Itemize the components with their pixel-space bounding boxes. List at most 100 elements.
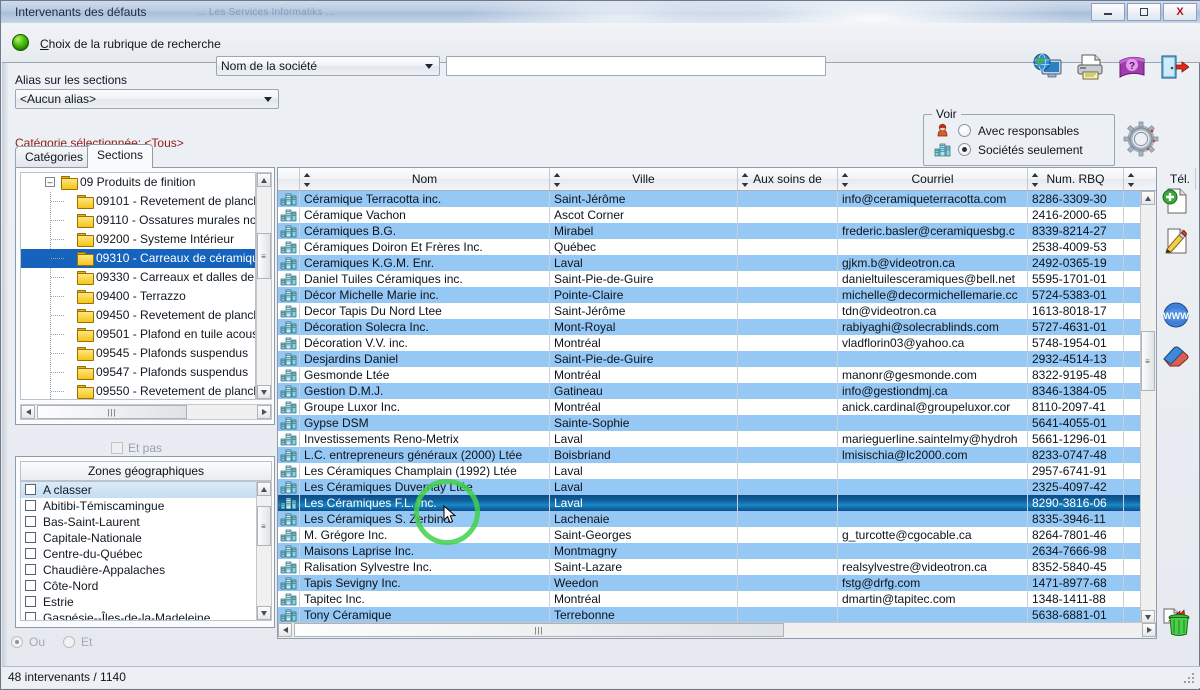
table-row[interactable]: Décoration Solecra Inc.Mont-Royalrabiyag… [278,319,1140,335]
tree-expander-icon[interactable]: – [45,177,55,187]
radio-avec-responsables[interactable] [958,124,971,137]
zones-scroll-up-button[interactable] [257,482,271,496]
sort-arrows-icon[interactable] [841,172,849,186]
help-book-icon[interactable]: ? [1114,51,1150,83]
table-row[interactable]: Ceramiques K.G.M. Enr.Lavalgjkm.b@videot… [278,255,1140,271]
tree-hscroll-thumb[interactable]: ||| [37,405,187,419]
tree-node[interactable]: 09330 - Carreaux et dalles de g [21,268,255,287]
grid-column-header-nom[interactable]: Nom [300,168,550,190]
radio-et[interactable] [63,636,75,648]
table-row[interactable]: Decor Tapis Du Nord LteeSaint-Jérômetdn@… [278,303,1140,319]
table-row[interactable]: Décoration V.V. inc.Montréalvladflorin03… [278,335,1140,351]
sort-arrows-icon[interactable] [1031,172,1039,186]
voir-option-avec-responsables[interactable]: Avec responsables [934,123,1079,138]
grid-scroll-thumb[interactable]: ≡ [1141,331,1155,391]
table-row[interactable]: Céramiques B.G.Mirabelfrederic.basler@ce… [278,223,1140,239]
tree-node[interactable]: 09450 - Revetement de planche [21,306,255,325]
zone-list-item[interactable]: Chaudière-Appalaches [21,562,271,578]
eraser-icon[interactable] [1155,335,1197,375]
tree-scroll-thumb[interactable]: ≡ [257,233,271,279]
sort-arrows-icon[interactable] [553,172,561,186]
radio-ou[interactable] [11,636,23,648]
table-row[interactable]: Les Céramiques F.L. Inc.Laval8290-3816-0… [278,495,1140,511]
grid-column-header-soins[interactable]: Aux soins de [738,168,838,190]
maximize-button[interactable] [1127,3,1161,21]
zone-checkbox[interactable] [25,580,36,591]
alias-select[interactable]: <Aucun alias> [15,89,279,109]
search-field-select[interactable]: Nom de la société [216,56,440,76]
grid-column-header-rbq[interactable]: Num. RBQ [1028,168,1124,190]
search-input[interactable] [446,56,826,76]
zone-list-item[interactable]: Capitale-Nationale [21,530,271,546]
zone-checkbox[interactable] [25,532,36,543]
tree-horizontal-scrollbar[interactable]: ||| [20,404,272,420]
tree-vertical-scrollbar[interactable]: ≡ [256,172,272,400]
grid-column-header-icon[interactable] [278,168,300,190]
zone-checkbox[interactable] [25,548,36,559]
table-row[interactable]: Céramique VachonAscot Corner2416-2000-65 [278,207,1140,223]
zone-checkbox[interactable] [25,564,36,575]
tree-node[interactable]: 09547 - Plafonds suspendus [21,363,255,382]
zone-checkbox[interactable] [25,596,36,607]
printer-icon[interactable] [1072,51,1108,83]
tab-sections[interactable]: Sections [87,144,153,168]
zone-list-item[interactable]: Abitibi-Témiscamingue [21,498,271,514]
table-row[interactable]: Les Céramiques Duvernay LtéeLaval2325-40… [278,479,1140,495]
table-row[interactable]: Ralisation Sylvestre Inc.Saint-Lazarerea… [278,559,1140,575]
close-button[interactable]: X [1163,3,1197,21]
zone-list-item[interactable]: Côte-Nord [21,578,271,594]
tree-scroll-right-button[interactable] [257,405,271,419]
zones-list[interactable]: A classerAbitibi-TémiscamingueBas-Saint-… [20,481,272,621]
tree-node[interactable]: 09200 - Systeme Intérieur [21,230,255,249]
zone-list-item[interactable]: Bas-Saint-Laurent [21,514,271,530]
table-row[interactable]: Gypse DSMSainte-Sophie5641-4055-01 [278,415,1140,431]
grid-vertical-scrollbar[interactable]: ≡ [1140,191,1156,624]
tree-node[interactable]: 09310 - Carreaux de céramique [21,249,255,268]
tree-node[interactable]: 09110 - Ossatures murales non [21,211,255,230]
table-row[interactable]: Tapis Sevigny Inc.Weedonfstg@drfg.com147… [278,575,1140,591]
table-row[interactable]: Céramique Terracotta inc.Saint-Jérômeinf… [278,191,1140,207]
zone-list-item[interactable]: Gaspésie--Îles-de-la-Madeleine [21,610,271,621]
table-row[interactable]: Desjardins DanielSaint-Pie-de-Guire2932-… [278,351,1140,367]
zone-checkbox[interactable] [25,612,36,621]
new-document-icon[interactable] [1155,181,1197,221]
sort-arrows-icon[interactable] [741,172,749,186]
voir-option-societes-seulement[interactable]: Sociétés seulement [934,142,1083,157]
tree-node-root[interactable]: –09 Produits de finition [21,173,255,192]
zone-list-item[interactable]: Centre-du-Québec [21,546,271,562]
zones-scroll-thumb[interactable]: ≡ [257,506,271,546]
sections-tree[interactable]: –09 Produits de finition09101 - Reveteme… [20,172,256,400]
table-row[interactable]: L.C. entrepreneurs généraux (2000) LtéeB… [278,447,1140,463]
zone-checkbox[interactable] [25,500,36,511]
table-row[interactable]: Daniel Tuiles Céramiques inc.Saint-Pie-d… [278,271,1140,287]
table-row[interactable]: Tapitec Inc.Montréaldmartin@tapitec.com1… [278,591,1140,607]
grid-scroll-up-button[interactable] [1141,191,1155,205]
radio-societes-seulement[interactable] [958,143,971,156]
www-globe-icon[interactable]: WWW [1155,295,1197,335]
sort-arrows-icon[interactable] [1127,172,1135,186]
zones-vertical-scrollbar[interactable]: ≡ [256,481,272,621]
tree-scroll-up-button[interactable] [257,173,271,187]
grid-scroll-left-button[interactable] [278,623,292,637]
delete-trash-icon[interactable] [1155,601,1197,645]
refresh-gear-icon[interactable] [1121,119,1161,159]
sort-arrows-icon[interactable] [303,172,311,186]
tab-categories[interactable]: Catégories [15,146,93,168]
table-row[interactable]: Maisons Laprise Inc.Montmagny2634-7666-9… [278,543,1140,559]
zones-scroll-down-button[interactable] [257,606,271,620]
grid-hscroll-thumb[interactable]: ||| [294,623,784,637]
table-row[interactable]: Tony CéramiqueTerrebonne5638-6881-01 [278,607,1140,623]
grid-body[interactable]: Céramique Terracotta inc.Saint-Jérômeinf… [278,191,1140,624]
tree-scroll-left-button[interactable] [21,405,35,419]
table-row[interactable]: Gestion D.M.J.Gatineauinfo@gestiondmj.ca… [278,383,1140,399]
grid-horizontal-scrollbar[interactable]: ||| [278,622,1156,638]
grid-scroll-right-button[interactable] [1142,623,1156,637]
tree-node[interactable]: 09400 - Terrazzo [21,287,255,306]
tree-node[interactable]: 09501 - Plafond en tuile acoust [21,325,255,344]
edit-pencil-icon[interactable] [1155,221,1197,261]
table-row[interactable]: Groupe Luxor Inc.Montréalanick.cardinal@… [278,399,1140,415]
zone-checkbox[interactable] [25,484,36,495]
tree-node[interactable]: 09101 - Revetement de planche [21,192,255,211]
minimize-button[interactable] [1091,3,1125,21]
table-row[interactable]: Céramiques Doiron Et Frères Inc.Québec25… [278,239,1140,255]
